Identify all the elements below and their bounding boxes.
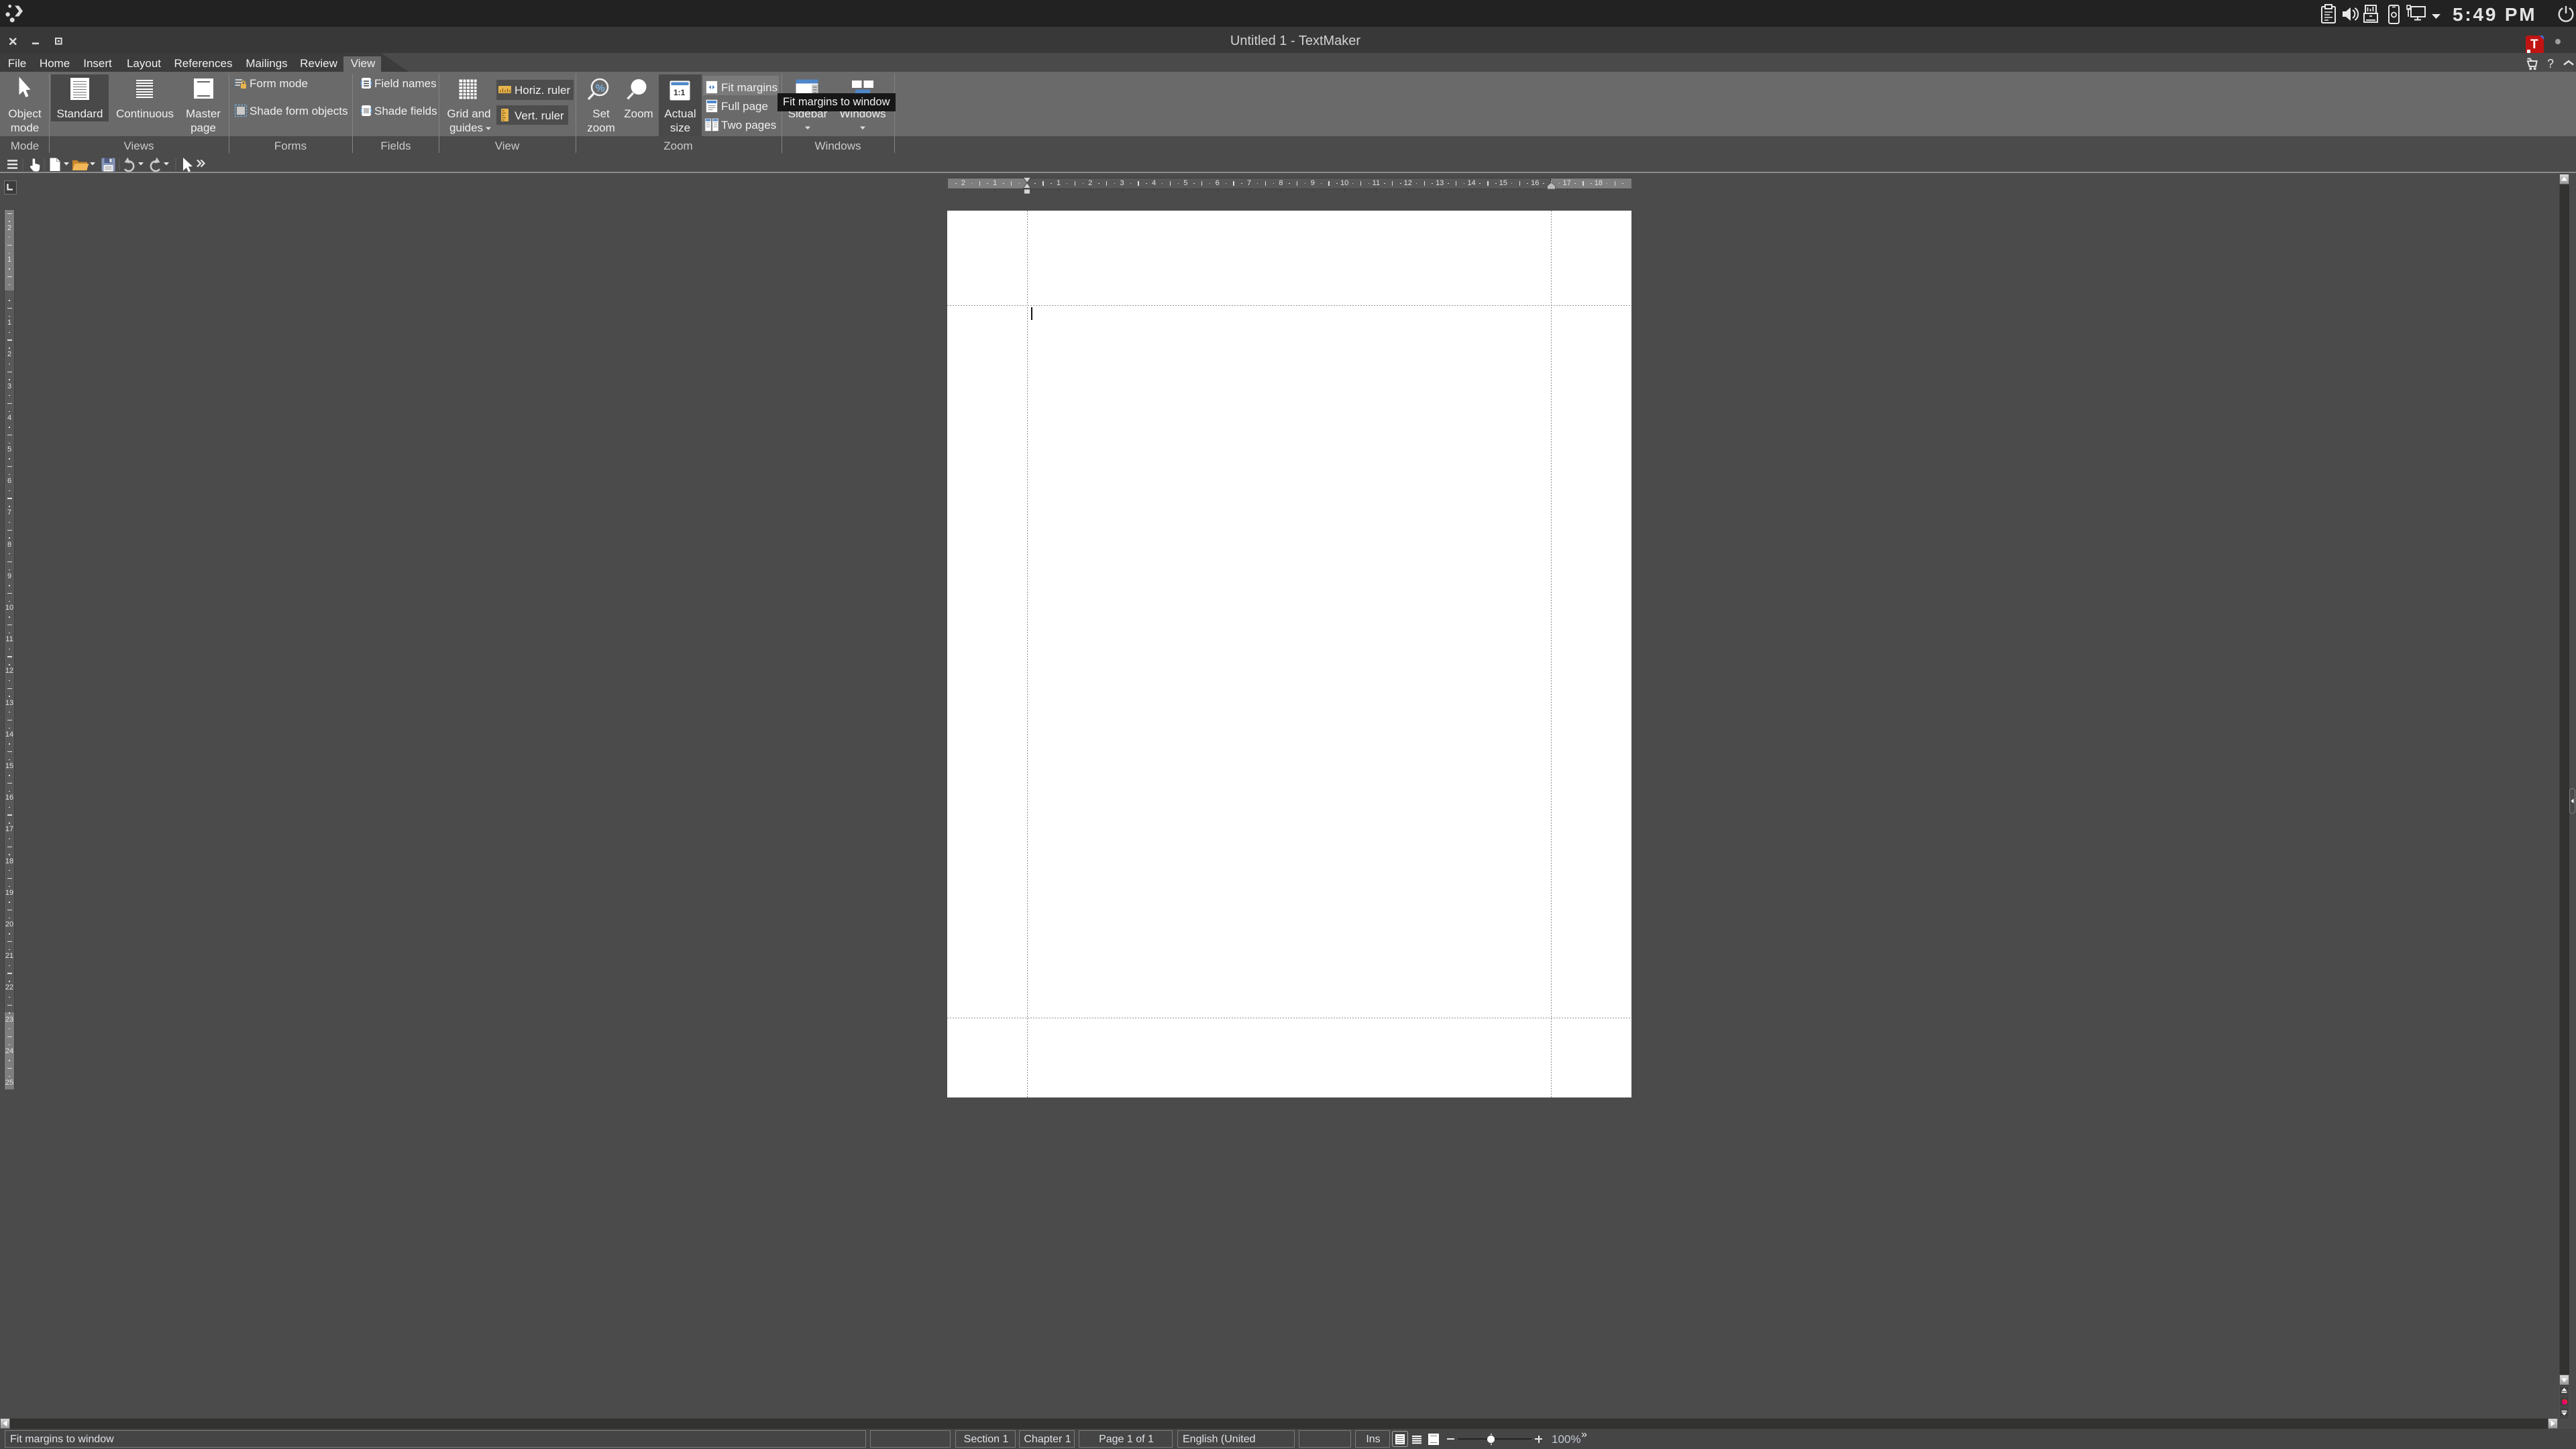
svg-text:%: % (596, 83, 605, 95)
svg-text:1:1: 1:1 (674, 88, 686, 97)
svg-text:?: ? (2547, 57, 2554, 70)
